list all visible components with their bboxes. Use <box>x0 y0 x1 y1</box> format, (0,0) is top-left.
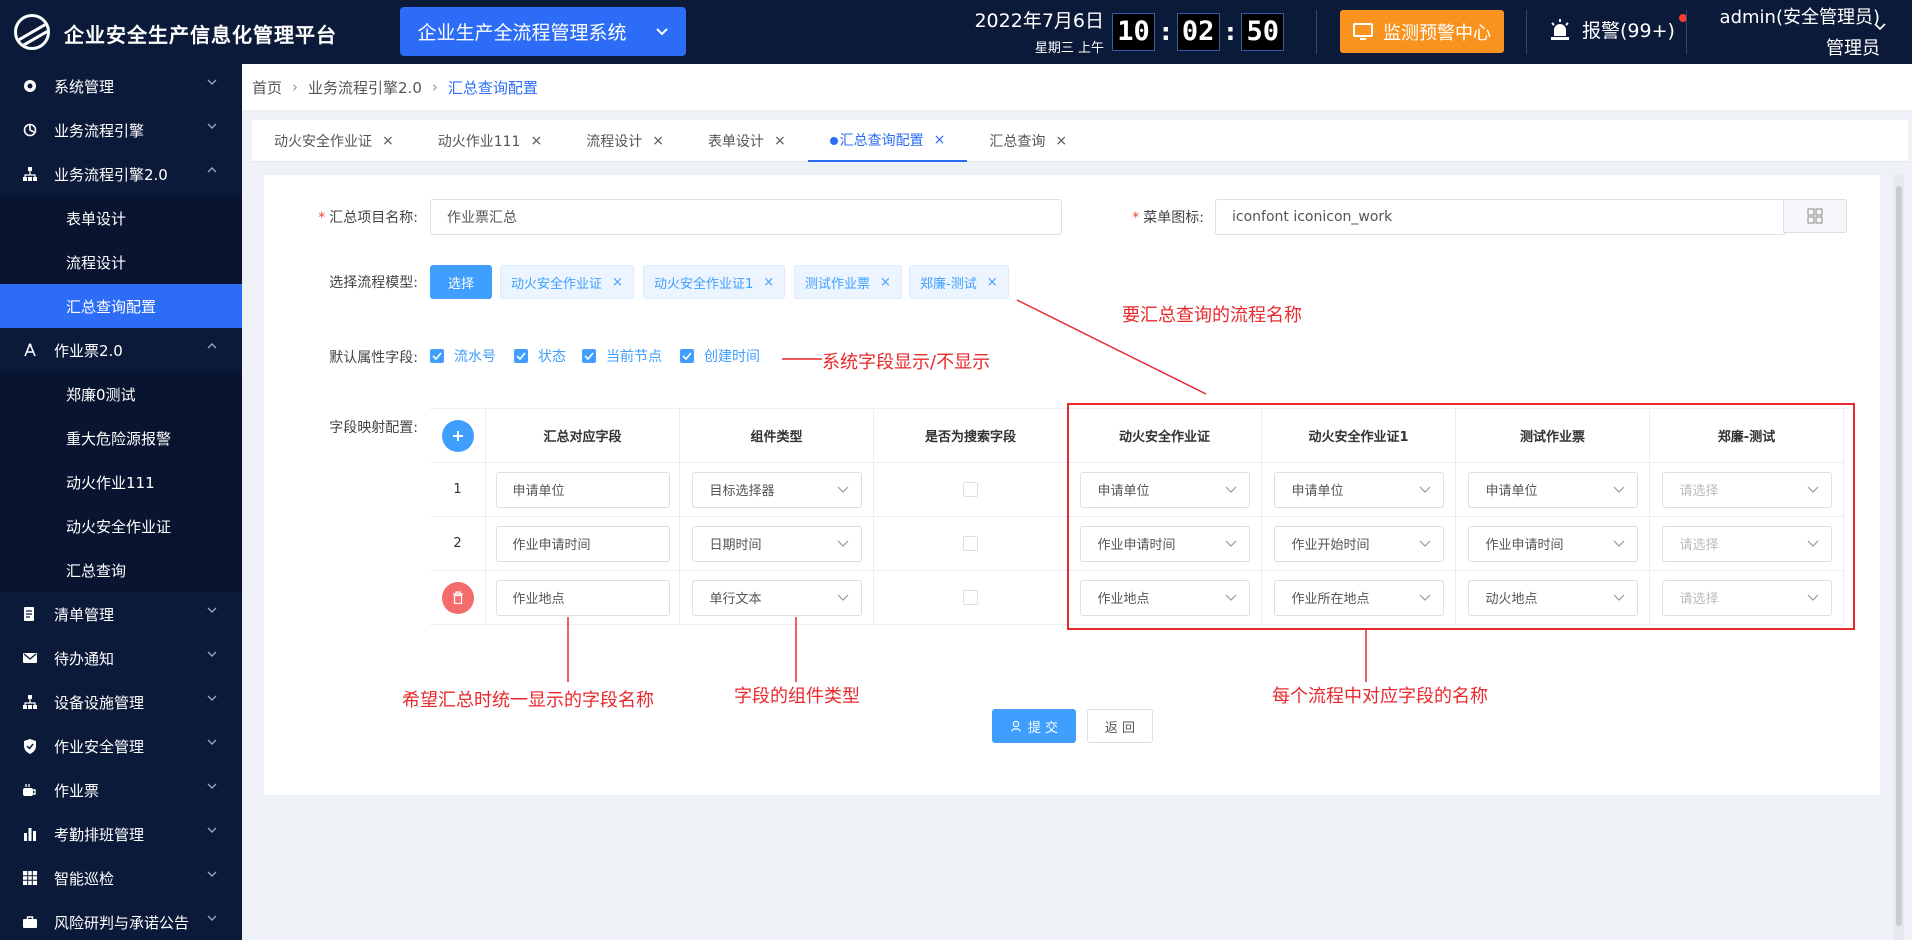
annotation-unified-name: 希望汇总时统一显示的字段名称 <box>402 690 654 711</box>
annotation-per-process: 每个流程中对应字段的名称 <box>1272 686 1488 707</box>
annotation-component-type: 字段的组件类型 <box>734 686 860 707</box>
back-button[interactable]: 返 回 <box>1087 709 1153 743</box>
user-icon <box>1010 720 1022 732</box>
annotation-system-fields: 系统字段显示/不显示 <box>822 352 991 373</box>
submit-button[interactable]: 提 交 <box>992 709 1076 743</box>
annotation-process-names: 要汇总查询的流程名称 <box>1122 305 1302 326</box>
annotation-lines <box>567 299 1367 682</box>
submit-label: 提 交 <box>1027 720 1059 736</box>
